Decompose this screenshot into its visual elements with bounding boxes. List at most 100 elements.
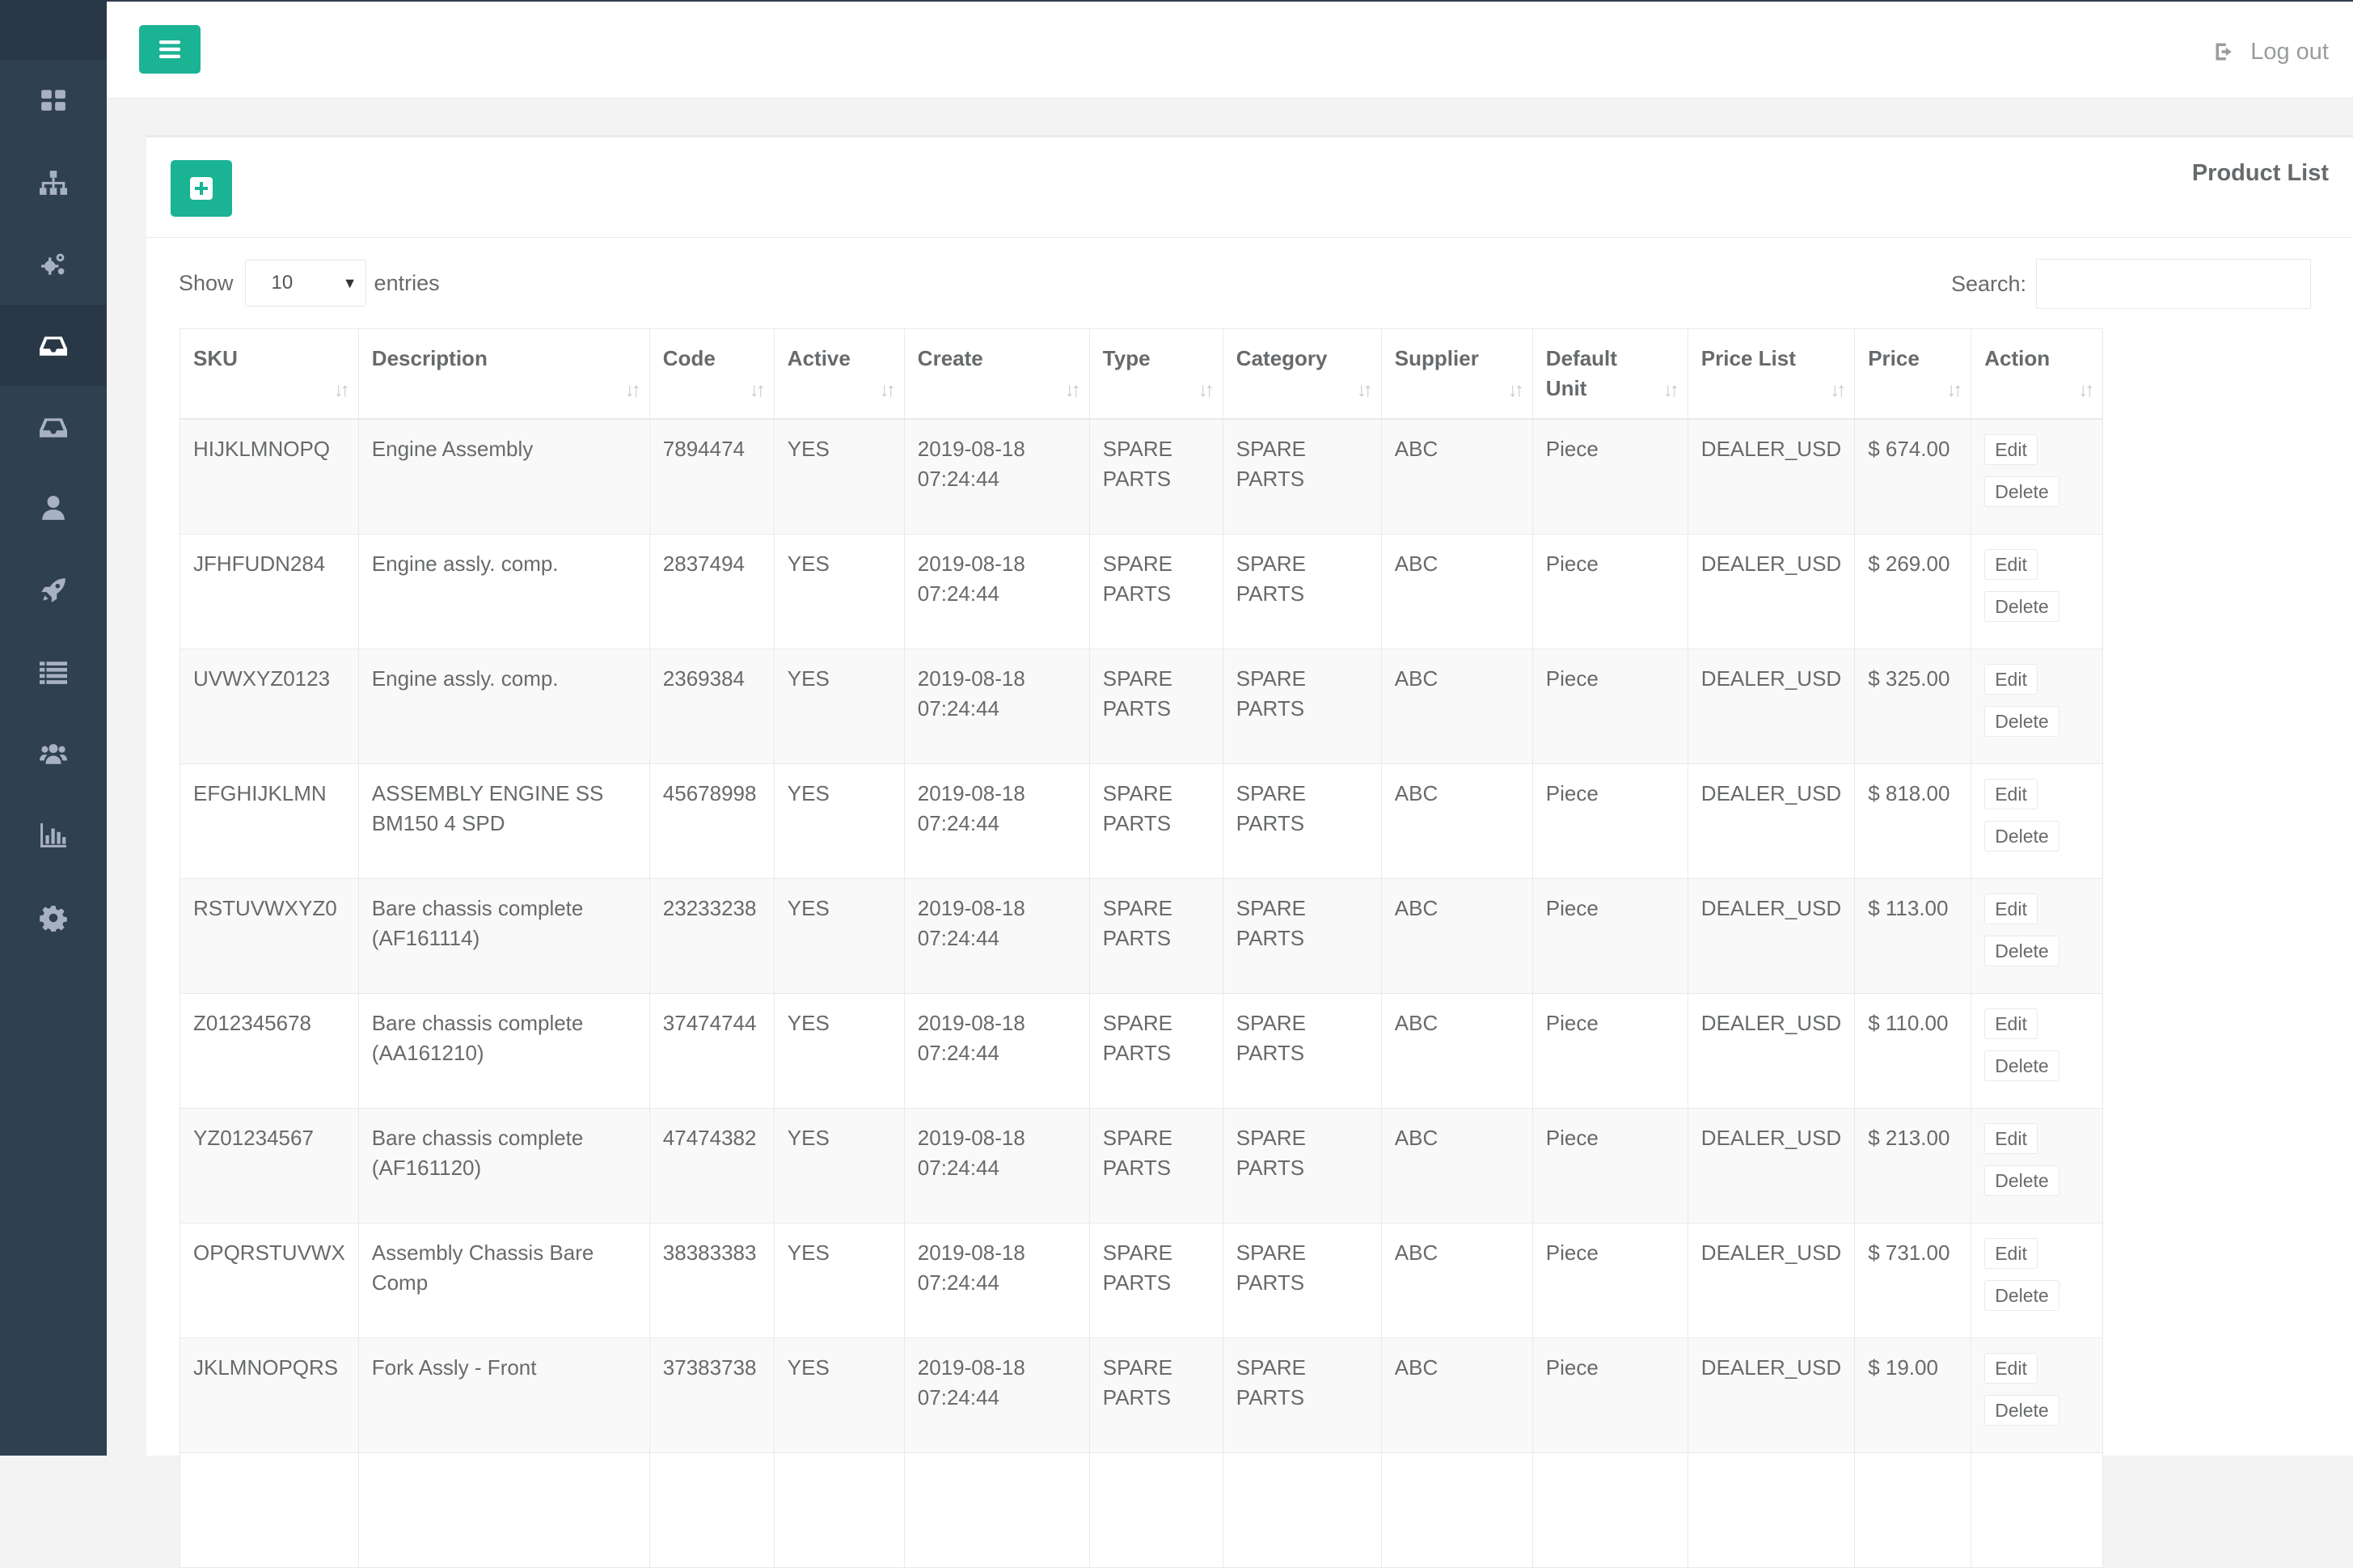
- delete-button[interactable]: Delete: [1984, 1279, 2059, 1311]
- column-header-description[interactable]: Description ↓↑: [357, 328, 650, 420]
- sidebar-item-settings[interactable]: [0, 877, 107, 958]
- edit-button[interactable]: Edit: [1984, 663, 2038, 695]
- cell-action: Edit Delete: [1971, 992, 2104, 1109]
- show-label: Show: [179, 270, 234, 295]
- cell-type: SPARE PARTS: [1088, 1222, 1223, 1338]
- delete-button[interactable]: Delete: [1984, 820, 2059, 852]
- table-search: Search:: [1951, 259, 2311, 309]
- sidebar-item-users[interactable]: [0, 713, 107, 794]
- sitemap-icon: [40, 171, 67, 195]
- cell-category: SPARE PARTS: [1222, 992, 1382, 1109]
- sort-icon: ↓↑: [879, 379, 896, 401]
- cell-create: 2019-08-18 07:24:44: [903, 763, 1090, 879]
- delete-button[interactable]: Delete: [1984, 1394, 2059, 1426]
- list-icon: [40, 661, 67, 684]
- sidebar-item-reports[interactable]: [0, 795, 107, 876]
- sort-icon: ↓↑: [2078, 379, 2094, 401]
- column-header-label: Category: [1236, 346, 1328, 370]
- column-header-category[interactable]: Category ↓↑: [1222, 328, 1382, 420]
- column-header-default-unit[interactable]: Default Unit ↓↑: [1531, 328, 1688, 420]
- cell-type: SPARE PARTS: [1088, 418, 1223, 535]
- column-header-supplier[interactable]: Supplier ↓↑: [1380, 328, 1533, 420]
- sidebar-item-user[interactable]: [0, 467, 107, 548]
- sidebar-item-dashboard[interactable]: [0, 60, 107, 141]
- rocket-icon: [41, 578, 65, 602]
- column-header-label: Price List: [1700, 346, 1796, 370]
- entries-select[interactable]: 10 ▼: [244, 260, 366, 306]
- sidebar-item-list[interactable]: [0, 632, 107, 712]
- cell-active: YES: [773, 418, 905, 535]
- cell-code: 45678998: [648, 763, 775, 879]
- cell-description: Bare chassis complete (AA161210): [357, 992, 650, 1109]
- sidebar-item-settings-group[interactable]: [0, 224, 107, 305]
- column-header-sku[interactable]: SKU ↓↑: [180, 328, 359, 420]
- delete-button[interactable]: Delete: [1984, 1164, 2059, 1196]
- edit-button[interactable]: Edit: [1984, 893, 2038, 924]
- cell-price-list: DEALER_USD: [1687, 877, 1856, 994]
- plus-square-icon: [190, 177, 213, 200]
- sidebar-item-products[interactable]: [0, 305, 107, 386]
- column-header-code[interactable]: Code ↓↑: [648, 328, 775, 420]
- logout-label: Log out: [2250, 38, 2329, 65]
- cell-code: 7894474: [648, 418, 775, 535]
- delete-button[interactable]: Delete: [1984, 476, 2059, 507]
- cell-category: SPARE PARTS: [1222, 648, 1382, 764]
- sidebar-header: [0, 0, 107, 60]
- sidebar-item-sitemap[interactable]: [0, 142, 107, 223]
- table-row: JFHFUDN284 Engine assly. comp. 2837494 YES 2…: [180, 533, 2104, 649]
- column-header-price[interactable]: Price ↓↑: [1854, 328, 1972, 420]
- cell-price-list: DEALER_USD: [1687, 1107, 1856, 1224]
- delete-button[interactable]: Delete: [1984, 590, 2059, 622]
- sidebar-item-inbox[interactable]: [0, 387, 107, 467]
- edit-button[interactable]: Edit: [1984, 778, 2038, 809]
- column-header-label: Type: [1102, 346, 1151, 370]
- add-product-button[interactable]: [171, 160, 232, 217]
- search-input[interactable]: [2036, 259, 2311, 309]
- edit-button[interactable]: Edit: [1984, 1352, 2038, 1384]
- cell-active: YES: [773, 1107, 905, 1224]
- column-header-price-list[interactable]: Price List ↓↑: [1687, 328, 1856, 420]
- edit-button[interactable]: Edit: [1984, 1122, 2038, 1154]
- cell-active: YES: [773, 992, 905, 1109]
- entries-label: entries: [374, 270, 440, 295]
- cell-price-list: DEALER_USD: [1687, 648, 1856, 764]
- table-row: RSTUVWXYZ0 Bare chassis complete (AF16111…: [180, 877, 2104, 994]
- cell-price: $ 674.00: [1854, 418, 1972, 535]
- cell-unit: [1531, 1452, 1688, 1568]
- edit-button[interactable]: Edit: [1984, 434, 2038, 465]
- delete-button[interactable]: Delete: [1984, 1050, 2059, 1081]
- sidebar-item-launch[interactable]: [0, 550, 107, 631]
- menu-toggle-button[interactable]: [139, 25, 201, 74]
- dashboard-icon: [41, 90, 65, 111]
- column-header-label: Code: [662, 346, 716, 370]
- edit-button[interactable]: Edit: [1984, 1237, 2038, 1269]
- cell-description: ASSEMBLY ENGINE SS BM150 4 SPD: [357, 763, 650, 879]
- edit-button[interactable]: Edit: [1984, 548, 2038, 580]
- column-header-active[interactable]: Active ↓↑: [773, 328, 905, 420]
- cell-action: Edit Delete: [1971, 533, 2104, 649]
- cell-description: Engine assly. comp.: [357, 648, 650, 764]
- cell-price-list: DEALER_USD: [1687, 418, 1856, 535]
- cell-supplier: ABC: [1380, 533, 1533, 649]
- cell-sku: RSTUVWXYZ0: [180, 877, 359, 994]
- delete-button[interactable]: Delete: [1984, 705, 2059, 737]
- column-header-action[interactable]: Action ↓↑: [1971, 328, 2104, 420]
- cell-type: SPARE PARTS: [1088, 992, 1223, 1109]
- table-header-row: SKU ↓↑ Description ↓↑ Code ↓↑ Active ↓↑ Create ↓↑…: [180, 328, 2104, 420]
- column-header-type[interactable]: Type ↓↑: [1088, 328, 1223, 420]
- page-length-control: Show 10 ▼ entries: [179, 259, 440, 307]
- user-icon: [42, 496, 65, 520]
- sort-icon: ↓↑: [1198, 379, 1215, 401]
- edit-button[interactable]: Edit: [1984, 1008, 2038, 1039]
- column-header-label: Active: [787, 346, 851, 370]
- delete-button[interactable]: Delete: [1984, 935, 2059, 966]
- cell-supplier: ABC: [1380, 648, 1533, 764]
- cell-create: 2019-08-18 07:24:44: [903, 1337, 1090, 1453]
- cell-category: SPARE PARTS: [1222, 418, 1382, 535]
- cell-active: YES: [773, 533, 905, 649]
- cell-type: SPARE PARTS: [1088, 877, 1223, 994]
- sort-icon: ↓↑: [1946, 379, 1962, 401]
- column-header-create[interactable]: Create ↓↑: [903, 328, 1090, 420]
- cell-unit: Piece: [1531, 1222, 1688, 1338]
- logout-link[interactable]: Log out: [2213, 34, 2329, 70]
